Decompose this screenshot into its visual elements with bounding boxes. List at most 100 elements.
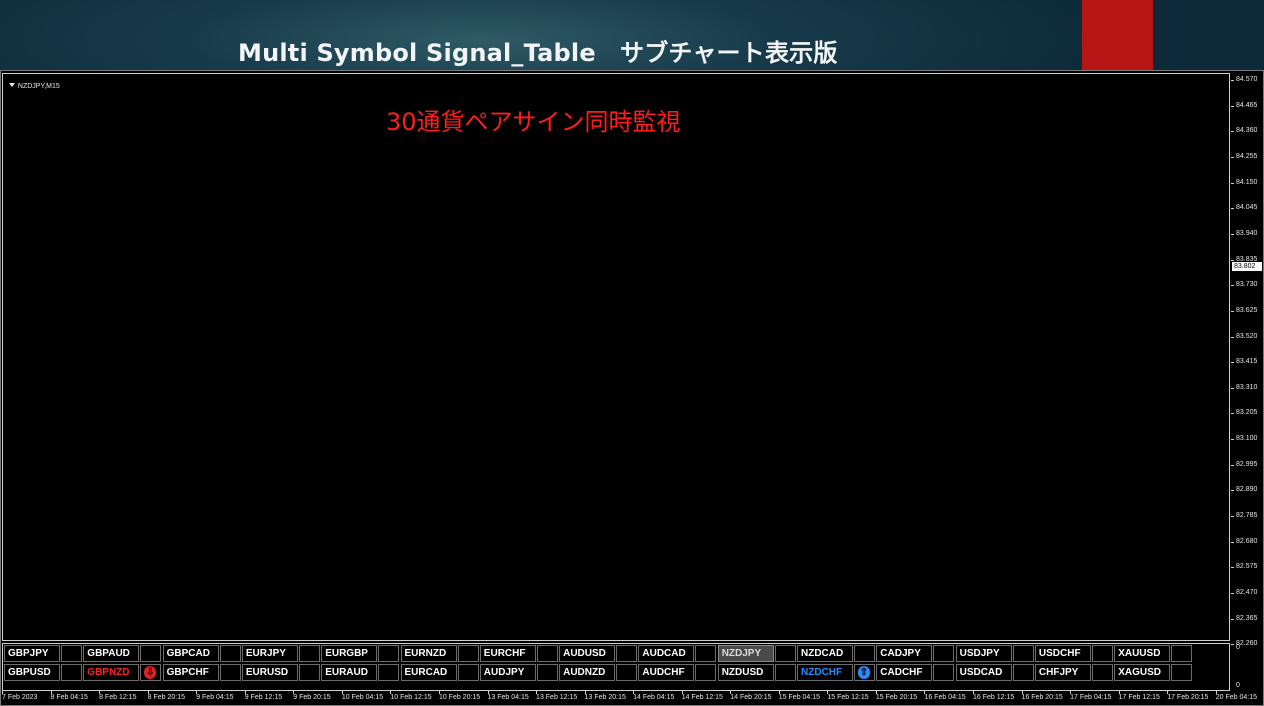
time-tick-label: 10 Feb 20:15 — [438, 691, 481, 701]
price-tick-label: 83.625 — [1231, 307, 1264, 315]
symbol-button-nzdusd[interactable]: NZDUSD — [717, 664, 774, 681]
price-tick-label: 83.100 — [1231, 435, 1264, 443]
price-tick-label: 84.255 — [1231, 153, 1264, 161]
time-tick-label: 10 Feb 12:15 — [390, 691, 432, 701]
symbol-timeframe-label[interactable]: NZDJPY,M15 — [5, 76, 60, 90]
time-tick-label: 10 Feb 04:15 — [341, 691, 384, 701]
time-tick-label: 15 Feb 12:15 — [827, 691, 869, 701]
signal-cell — [695, 645, 717, 662]
price-tick-label: 83.730 — [1231, 281, 1264, 289]
symbol-button-chfjpy[interactable]: CHFJPY — [1034, 664, 1091, 681]
symbol-button-usdcad[interactable]: USDCAD — [955, 664, 1012, 681]
symbol-button-xauusd[interactable]: XAUUSD — [1114, 645, 1171, 662]
signal-cell — [616, 664, 638, 681]
symbol-timeframe-text: NZDJPY,M15 — [17, 83, 60, 90]
signal-cell — [1012, 645, 1034, 662]
main-plot-area[interactable] — [2, 73, 1230, 641]
time-tick-label: 14 Feb 20:15 — [730, 691, 772, 701]
signal-cell — [61, 645, 82, 662]
overlay-caption: 30通貨ペアサイン同時監視 — [386, 108, 681, 136]
time-tick-label: 8 Feb 20:15 — [147, 691, 186, 701]
time-tick-label: 8 Feb 04:15 — [50, 691, 88, 701]
price-tick-label: 82.470 — [1231, 589, 1264, 597]
symbol-button-nzdjpy[interactable]: NZDJPY — [717, 645, 774, 662]
price-tick-label: 83.940 — [1231, 230, 1264, 238]
title-banner: Multi Symbol Signal_Table サブチャート表示版 — [0, 0, 1264, 70]
time-tick-label: 13 Feb 04:15 — [487, 691, 529, 701]
buy-arrow-up-icon: ⇧ — [858, 666, 870, 679]
signal-cell — [774, 645, 796, 662]
symbol-button-eurusd[interactable]: EURUSD — [241, 664, 298, 681]
signal-cell — [457, 664, 479, 681]
time-tick-label: 9 Feb 12:15 — [244, 691, 283, 701]
symbol-button-gbpchf[interactable]: GBPCHF — [162, 664, 219, 681]
price-tick-label: 84.150 — [1231, 179, 1264, 187]
symbol-button-eurnzd[interactable]: EURNZD — [400, 645, 457, 662]
signal-cell — [457, 645, 479, 662]
time-tick-label: 17 Feb 12:15 — [1118, 691, 1160, 701]
symbol-button-gbpaud[interactable]: GBPAUD — [83, 645, 140, 662]
signal-cell — [774, 664, 796, 681]
signal-cell — [378, 645, 400, 662]
signal-cell — [378, 664, 400, 681]
subwindow-axis-top-label: 0 — [1236, 644, 1240, 651]
price-tick-label: 84.360 — [1231, 127, 1264, 135]
symbol-button-eurgbp[interactable]: EURGBP — [321, 645, 378, 662]
symbol-button-gbpjpy[interactable]: GBPJPY — [4, 645, 60, 662]
symbol-button-eurjpy[interactable]: EURJPY — [241, 645, 298, 662]
dropdown-triangle-icon[interactable] — [8, 83, 15, 87]
time-tick-label: 16 Feb 20:15 — [1021, 691, 1063, 701]
symbol-button-gbpnzd[interactable]: GBPNZD — [83, 664, 140, 681]
symbol-button-cadjpy[interactable]: CADJPY — [876, 645, 933, 662]
symbol-button-nzdchf[interactable]: NZDCHF — [797, 664, 853, 681]
symbol-button-cadchf[interactable]: CADCHF — [876, 664, 933, 681]
price-tick-label: 82.680 — [1231, 538, 1264, 546]
signal-cell: ⇩ — [140, 664, 162, 681]
symbol-button-xagusd[interactable]: XAGUSD — [1114, 664, 1171, 681]
symbol-button-gbpcad[interactable]: GBPCAD — [162, 645, 219, 662]
symbol-button-audusd[interactable]: AUDUSD — [559, 645, 616, 662]
signal-cell — [1171, 645, 1193, 662]
symbol-button-usdchf[interactable]: USDCHF — [1034, 645, 1091, 662]
symbol-button-audjpy[interactable]: AUDJPY — [479, 664, 536, 681]
signal-cell — [61, 664, 82, 681]
symbol-button-audcad[interactable]: AUDCAD — [638, 645, 695, 662]
time-tick-label: 15 Feb 04:15 — [778, 691, 821, 701]
symbol-button-nzdcad[interactable]: NZDCAD — [797, 645, 853, 662]
signal-cell — [1091, 664, 1113, 681]
symbol-button-usdjpy[interactable]: USDJPY — [955, 645, 1012, 662]
signal-cell — [298, 664, 320, 681]
symbol-button-audchf[interactable]: AUDCHF — [638, 664, 695, 681]
time-axis[interactable]: 7 Feb 2023 8 Feb 04:15 8 Feb 12:15 8 Feb 20… — [0, 691, 1264, 706]
banner-accent-block — [1082, 0, 1153, 70]
signal-cell — [536, 645, 558, 662]
symbol-button-audnzd[interactable]: AUDNZD — [559, 664, 616, 681]
symbol-button-gbpusd[interactable]: GBPUSD — [4, 664, 60, 681]
signal-cell — [695, 664, 717, 681]
price-tick-label: 82.365 — [1231, 615, 1264, 623]
time-tick-label: 9 Feb 20:15 — [293, 691, 331, 701]
symbol-button-eurcad[interactable]: EURCAD — [400, 664, 457, 681]
time-tick-label: 16 Feb 12:15 — [973, 691, 1015, 701]
time-tick-label: 17 Feb 04:15 — [1070, 691, 1112, 701]
price-tick-label: 82.575 — [1231, 563, 1264, 571]
time-tick-label: 16 Feb 04:15 — [924, 691, 966, 701]
time-tick-label: 7 Feb 2023 — [2, 691, 38, 701]
time-tick-label: 13 Feb 20:15 — [584, 691, 626, 701]
time-tick-label: 13 Feb 12:15 — [536, 691, 578, 701]
signal-cell — [1012, 664, 1034, 681]
symbol-button-eurchf[interactable]: EURCHF — [479, 645, 536, 662]
price-axis[interactable]: 84.570 84.465 84.360 84.255 84.150 84.045 83.9… — [1231, 73, 1264, 647]
signal-cell — [1091, 645, 1113, 662]
price-tick-label: 83.310 — [1231, 384, 1264, 392]
signal-cell — [1171, 664, 1193, 681]
time-tick-label: 15 Feb 20:15 — [875, 691, 918, 701]
price-tick-label: 82.785 — [1231, 512, 1264, 520]
time-tick-label: 9 Feb 04:15 — [196, 691, 234, 701]
price-tick-label: 84.465 — [1231, 102, 1264, 110]
signal-cell — [616, 645, 638, 662]
symbol-button-euraud[interactable]: EURAUD — [321, 664, 378, 681]
price-tick-label: 84.045 — [1231, 204, 1264, 212]
time-tick-label: 14 Feb 12:15 — [681, 691, 723, 701]
price-tick-label: 83.520 — [1231, 333, 1264, 341]
